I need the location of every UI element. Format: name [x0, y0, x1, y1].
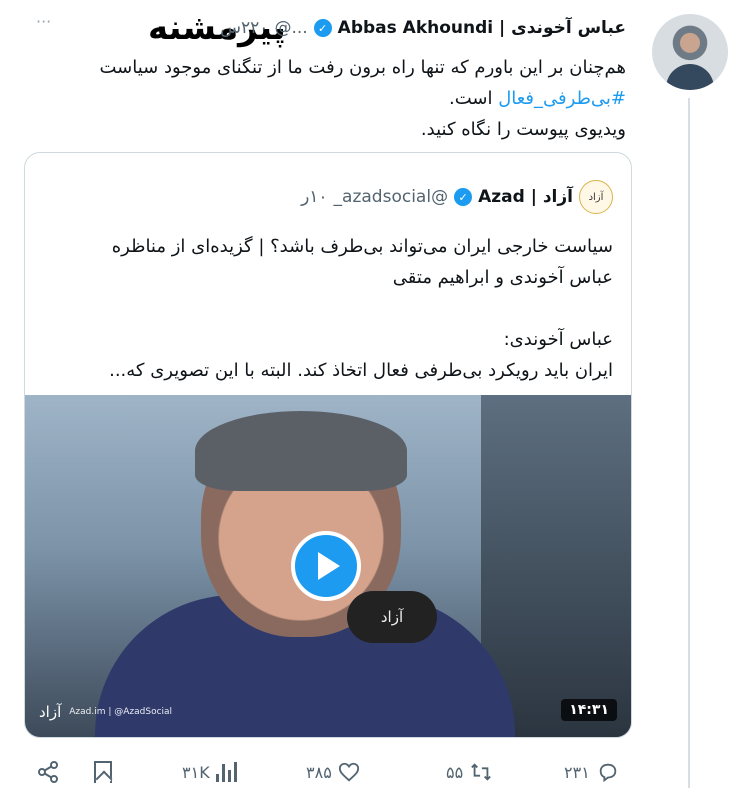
microphone: آزاد — [347, 591, 437, 643]
video-brand-small: Azad.im | @AzadSocial — [69, 707, 173, 717]
retweet-button[interactable]: ۵۵ — [446, 757, 493, 787]
views-count: ۳۱K — [182, 762, 210, 782]
reply-count: ۲۳۱ — [564, 762, 590, 782]
tweet-text-line1: هم‌چنان بر این باورم که تنها راه برون رف… — [99, 57, 626, 78]
video-brand: آزاد Azad.im | @AzadSocial — [39, 703, 172, 721]
text-gap — [53, 293, 613, 324]
verified-icon: ✓ — [454, 188, 473, 206]
like-button[interactable]: ۳۸۵ — [306, 757, 360, 787]
tweet-actions: ۳۱K ۳۸۵ ۵۵ ۲۳۱ — [30, 757, 630, 787]
share-icon — [38, 761, 58, 783]
retweet-count: ۵۵ — [446, 762, 464, 782]
like-icon — [338, 762, 359, 782]
avatar[interactable] — [652, 14, 728, 90]
quoted-speaker: عباس آخوندی: — [503, 329, 613, 350]
author-handle[interactable]: ...@ — [274, 18, 307, 38]
like-count: ۳۸۵ — [306, 762, 332, 782]
reply-button[interactable]: ۲۳۱ — [564, 757, 620, 787]
views-icon — [215, 762, 237, 782]
quoted-title-line2: عباس آخوندی و ابراهیم متقی — [392, 267, 613, 288]
quoted-author-name[interactable]: آزاد | Azad — [478, 187, 573, 207]
quoted-title-line1: سیاست خارجی ایران می‌تواند بی‌طرف باشد؟ … — [111, 236, 613, 257]
bookmark-button[interactable] — [94, 757, 112, 787]
quoted-tweet[interactable]: آزاد آزاد | Azad ✓ @azadsocial_ ۱۰ر سیاس… — [24, 152, 632, 738]
quoted-author-handle[interactable]: @azadsocial_ — [334, 187, 449, 207]
quoted-excerpt: ایران باید رویکرد بی‌طرفی فعال اتخاذ کند… — [109, 360, 613, 381]
tweet-time[interactable]: ۲۲۰س — [220, 18, 268, 38]
speaker-hair — [195, 411, 407, 491]
more-options-icon[interactable]: ··· — [36, 14, 51, 30]
quoted-tweet-text: سیاست خارجی ایران می‌تواند بی‌طرف باشد؟ … — [53, 231, 613, 386]
video-brand-label: آزاد — [39, 703, 62, 721]
tweet-text-line2: #بی‌طرفی_فعال است. — [56, 83, 626, 114]
tweet-text-line3: ویدیوی پیوست را نگاه کنید. — [420, 119, 626, 140]
video-duration: ۱۴:۳۱ — [561, 699, 617, 721]
quoted-tweet-header: آزاد آزاد | Azad ✓ @azadsocial_ ۱۰ر — [301, 180, 613, 214]
retweet-icon — [471, 763, 492, 781]
reply-icon — [599, 763, 617, 783]
verified-icon: ✓ — [313, 19, 332, 37]
thread-line — [688, 98, 690, 788]
tweet-header: عباس آخوندی | Abbas Akhoundi ✓ ...@ ۲۲۰س — [220, 18, 626, 38]
views-button[interactable]: ۳۱K — [182, 757, 237, 787]
bookmark-icon — [94, 761, 112, 783]
play-icon — [318, 552, 340, 580]
avatar-shirt — [666, 64, 714, 90]
quoted-time[interactable]: ۱۰ر — [301, 187, 327, 207]
author-name[interactable]: عباس آخوندی | Abbas Akhoundi — [338, 18, 626, 38]
share-button[interactable] — [36, 757, 60, 787]
video-player[interactable]: آزاد آزاد Azad.im | @AzadSocial ۱۴:۳۱ — [25, 395, 631, 737]
tweet-text: هم‌چنان بر این باورم که تنها راه برون رف… — [56, 52, 626, 145]
quoted-avatar[interactable]: آزاد — [579, 180, 613, 214]
play-button[interactable] — [291, 531, 361, 601]
hashtag-link[interactable]: #بی‌طرفی_فعال — [498, 88, 626, 109]
tweet-text-line2-suffix: است. — [448, 88, 493, 109]
